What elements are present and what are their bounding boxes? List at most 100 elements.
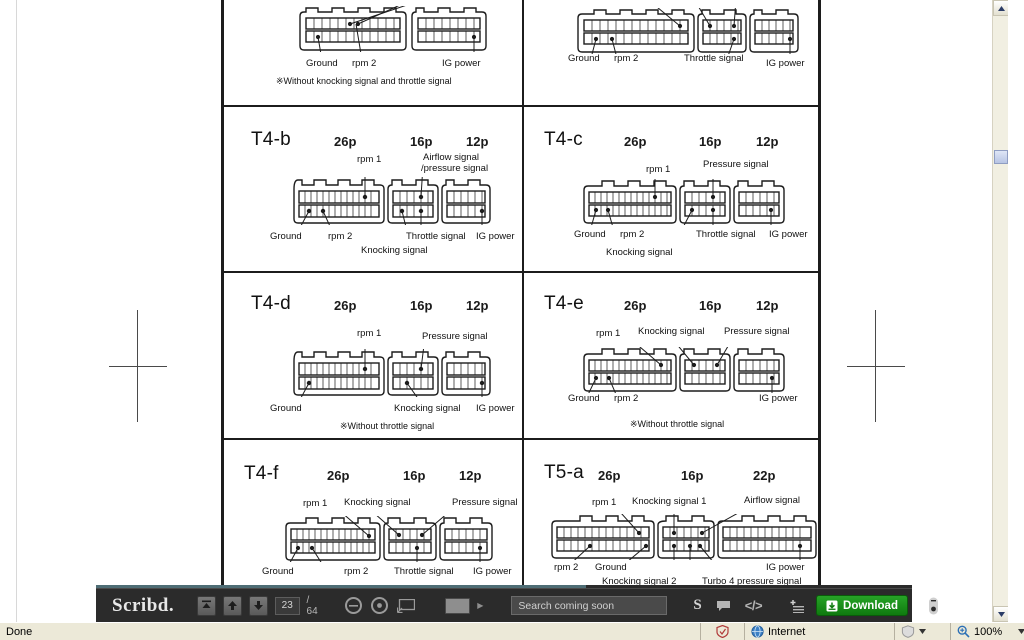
first-page-button[interactable] — [197, 595, 217, 616]
label-ig-power: IG power — [473, 566, 512, 577]
status-zone-cell[interactable]: Internet — [744, 622, 894, 640]
callout-rpm1: rpm 1 — [357, 154, 382, 165]
connector-graphic — [284, 516, 494, 562]
readcast-icon — [790, 599, 805, 613]
label-knocking-signal: Knocking signal — [361, 245, 428, 256]
scribd-logo[interactable]: Scribd. — [96, 595, 188, 617]
diagram-cell-right: T4-c 26p 16p 12p rpm 1 Pressure signal G… — [526, 107, 818, 271]
pin-count-12p: 12p — [466, 298, 489, 313]
connector-graphic — [292, 349, 492, 397]
embed-button[interactable]: </> — [745, 598, 763, 613]
print-icon — [928, 597, 938, 614]
download-button[interactable]: Download — [816, 595, 908, 616]
label-ground: Ground — [574, 229, 606, 240]
panel-code: T4-b — [251, 129, 291, 150]
status-zoom-label: 100% — [974, 625, 1003, 638]
readcast-group — [776, 589, 816, 623]
pin-count-26p: 26p — [334, 134, 357, 149]
panel-note: ※Without throttle signal — [630, 419, 725, 429]
pin-count-12p: 12p — [466, 134, 489, 149]
pin-count-16p: 16p — [699, 134, 722, 149]
fullscreen-icon — [397, 598, 416, 613]
connector-graphic — [576, 8, 800, 54]
label-throttle-signal: Throttle signal — [394, 566, 454, 577]
label-knocking-signal: Knocking signal — [394, 403, 461, 414]
panel-code: T4-c — [544, 129, 583, 150]
status-message: Done — [6, 625, 33, 638]
connector-graphic — [292, 177, 492, 225]
panel-note: ※Without throttle signal — [340, 421, 435, 431]
callout-rpm1: rpm 1 — [303, 498, 328, 509]
page-total-label: / 64 — [307, 595, 323, 617]
scribd-share-button[interactable]: S — [693, 597, 701, 614]
print-button[interactable] — [928, 597, 939, 615]
label-ground: Ground — [568, 393, 600, 404]
view-mode-button[interactable] — [445, 597, 471, 614]
globe-icon — [751, 625, 764, 638]
connector-graphic — [298, 6, 488, 52]
pin-count-16p: 16p — [403, 468, 426, 483]
label-knocking-signal: Knocking signal — [606, 247, 673, 258]
pin-count-26p: 26p — [334, 298, 357, 313]
callout-rpm1: rpm 1 — [596, 328, 621, 339]
callout-knocking-signal: Knocking signal — [638, 326, 705, 337]
panel-code: T4-e — [544, 293, 584, 314]
zoom-out-button[interactable] — [345, 597, 363, 614]
fullscreen-button[interactable] — [397, 598, 416, 613]
diagram-cell-right: rpm 1 Knocking signal pressure signal — [526, 0, 818, 105]
label-ig-power: IG power — [769, 229, 808, 240]
pin-count-26p: 26p — [624, 298, 647, 313]
diagram-panel-t4-f: T4-f 26p 16p 12p rpm 1 Knocking signal P… — [224, 438, 818, 590]
scrollbar-down-arrow[interactable] — [993, 606, 1008, 622]
readcast-button[interactable] — [788, 599, 805, 613]
pin-count-12p: 12p — [756, 298, 779, 313]
status-protected-mode-cell[interactable] — [894, 622, 950, 640]
label-ground: Ground — [568, 53, 600, 64]
label-ig-power: IG power — [766, 58, 805, 69]
pin-count-12p: 12p — [756, 134, 779, 149]
zoom-icon — [957, 625, 970, 638]
pin-count-16p: 16p — [410, 298, 433, 313]
label-ground: Ground — [595, 562, 627, 573]
label-throttle-signal: Throttle signal — [406, 231, 466, 242]
diagram-panel-t4-d: T4-d 26p 16p 12p rpm 1 Pressure signal G… — [224, 271, 818, 438]
label-rpm2: rpm 2 — [328, 231, 353, 242]
status-security-cell[interactable] — [700, 622, 744, 640]
scrollbar-thumb[interactable] — [994, 150, 1008, 164]
registration-mark-left — [109, 310, 167, 422]
chevron-up-icon — [997, 5, 1005, 11]
callout-knocking-signal-1: Knocking signal 1 — [632, 496, 707, 507]
diagram-cell-right: T4-e 26p 16p 12p rpm 1 Knocking signal P… — [526, 273, 818, 438]
diagram-cell-left: T4-f 26p 16p 12p rpm 1 Knocking signal P… — [224, 440, 524, 590]
label-ground: Ground — [262, 566, 294, 577]
view-mode-chevron[interactable]: ▶ — [477, 601, 483, 610]
diagram-panel-t4-a-partial: rpm 1 Pressure signal — [224, 0, 818, 105]
label-ig-power: IG power — [476, 403, 515, 414]
status-zoom-cell[interactable]: 100% — [950, 622, 1024, 640]
download-icon — [826, 600, 838, 611]
next-page-button[interactable] — [248, 595, 268, 616]
previous-page-button[interactable] — [223, 595, 242, 616]
callout-rpm1: rpm 1 — [592, 497, 617, 508]
comment-button[interactable] — [716, 600, 731, 612]
search-group: Search coming soon — [499, 589, 679, 623]
status-zone-label: Internet — [768, 625, 806, 638]
label-ground: Ground — [270, 231, 302, 242]
vertical-scrollbar[interactable] — [992, 0, 1008, 622]
shield-icon — [716, 625, 729, 638]
zoom-out-icon — [349, 605, 359, 607]
chevron-down-icon — [919, 629, 926, 634]
page-down-icon — [253, 601, 263, 610]
pin-count-12p: 12p — [459, 468, 482, 483]
scrollbar-up-arrow[interactable] — [993, 0, 1008, 16]
zoom-in-icon — [377, 603, 383, 608]
search-input[interactable]: Search coming soon — [511, 596, 668, 615]
label-throttle-signal: Throttle signal — [696, 229, 756, 240]
registration-mark-right — [847, 310, 905, 422]
zoom-in-button[interactable] — [371, 597, 389, 614]
current-page-input[interactable]: 23 — [274, 596, 300, 615]
comment-icon — [716, 600, 730, 611]
browser-viewport: rpm 1 Pressure signal — [0, 0, 1008, 622]
callout-airflow-signal: Airflow signal — [423, 152, 479, 163]
protected-mode-icon — [901, 625, 915, 638]
